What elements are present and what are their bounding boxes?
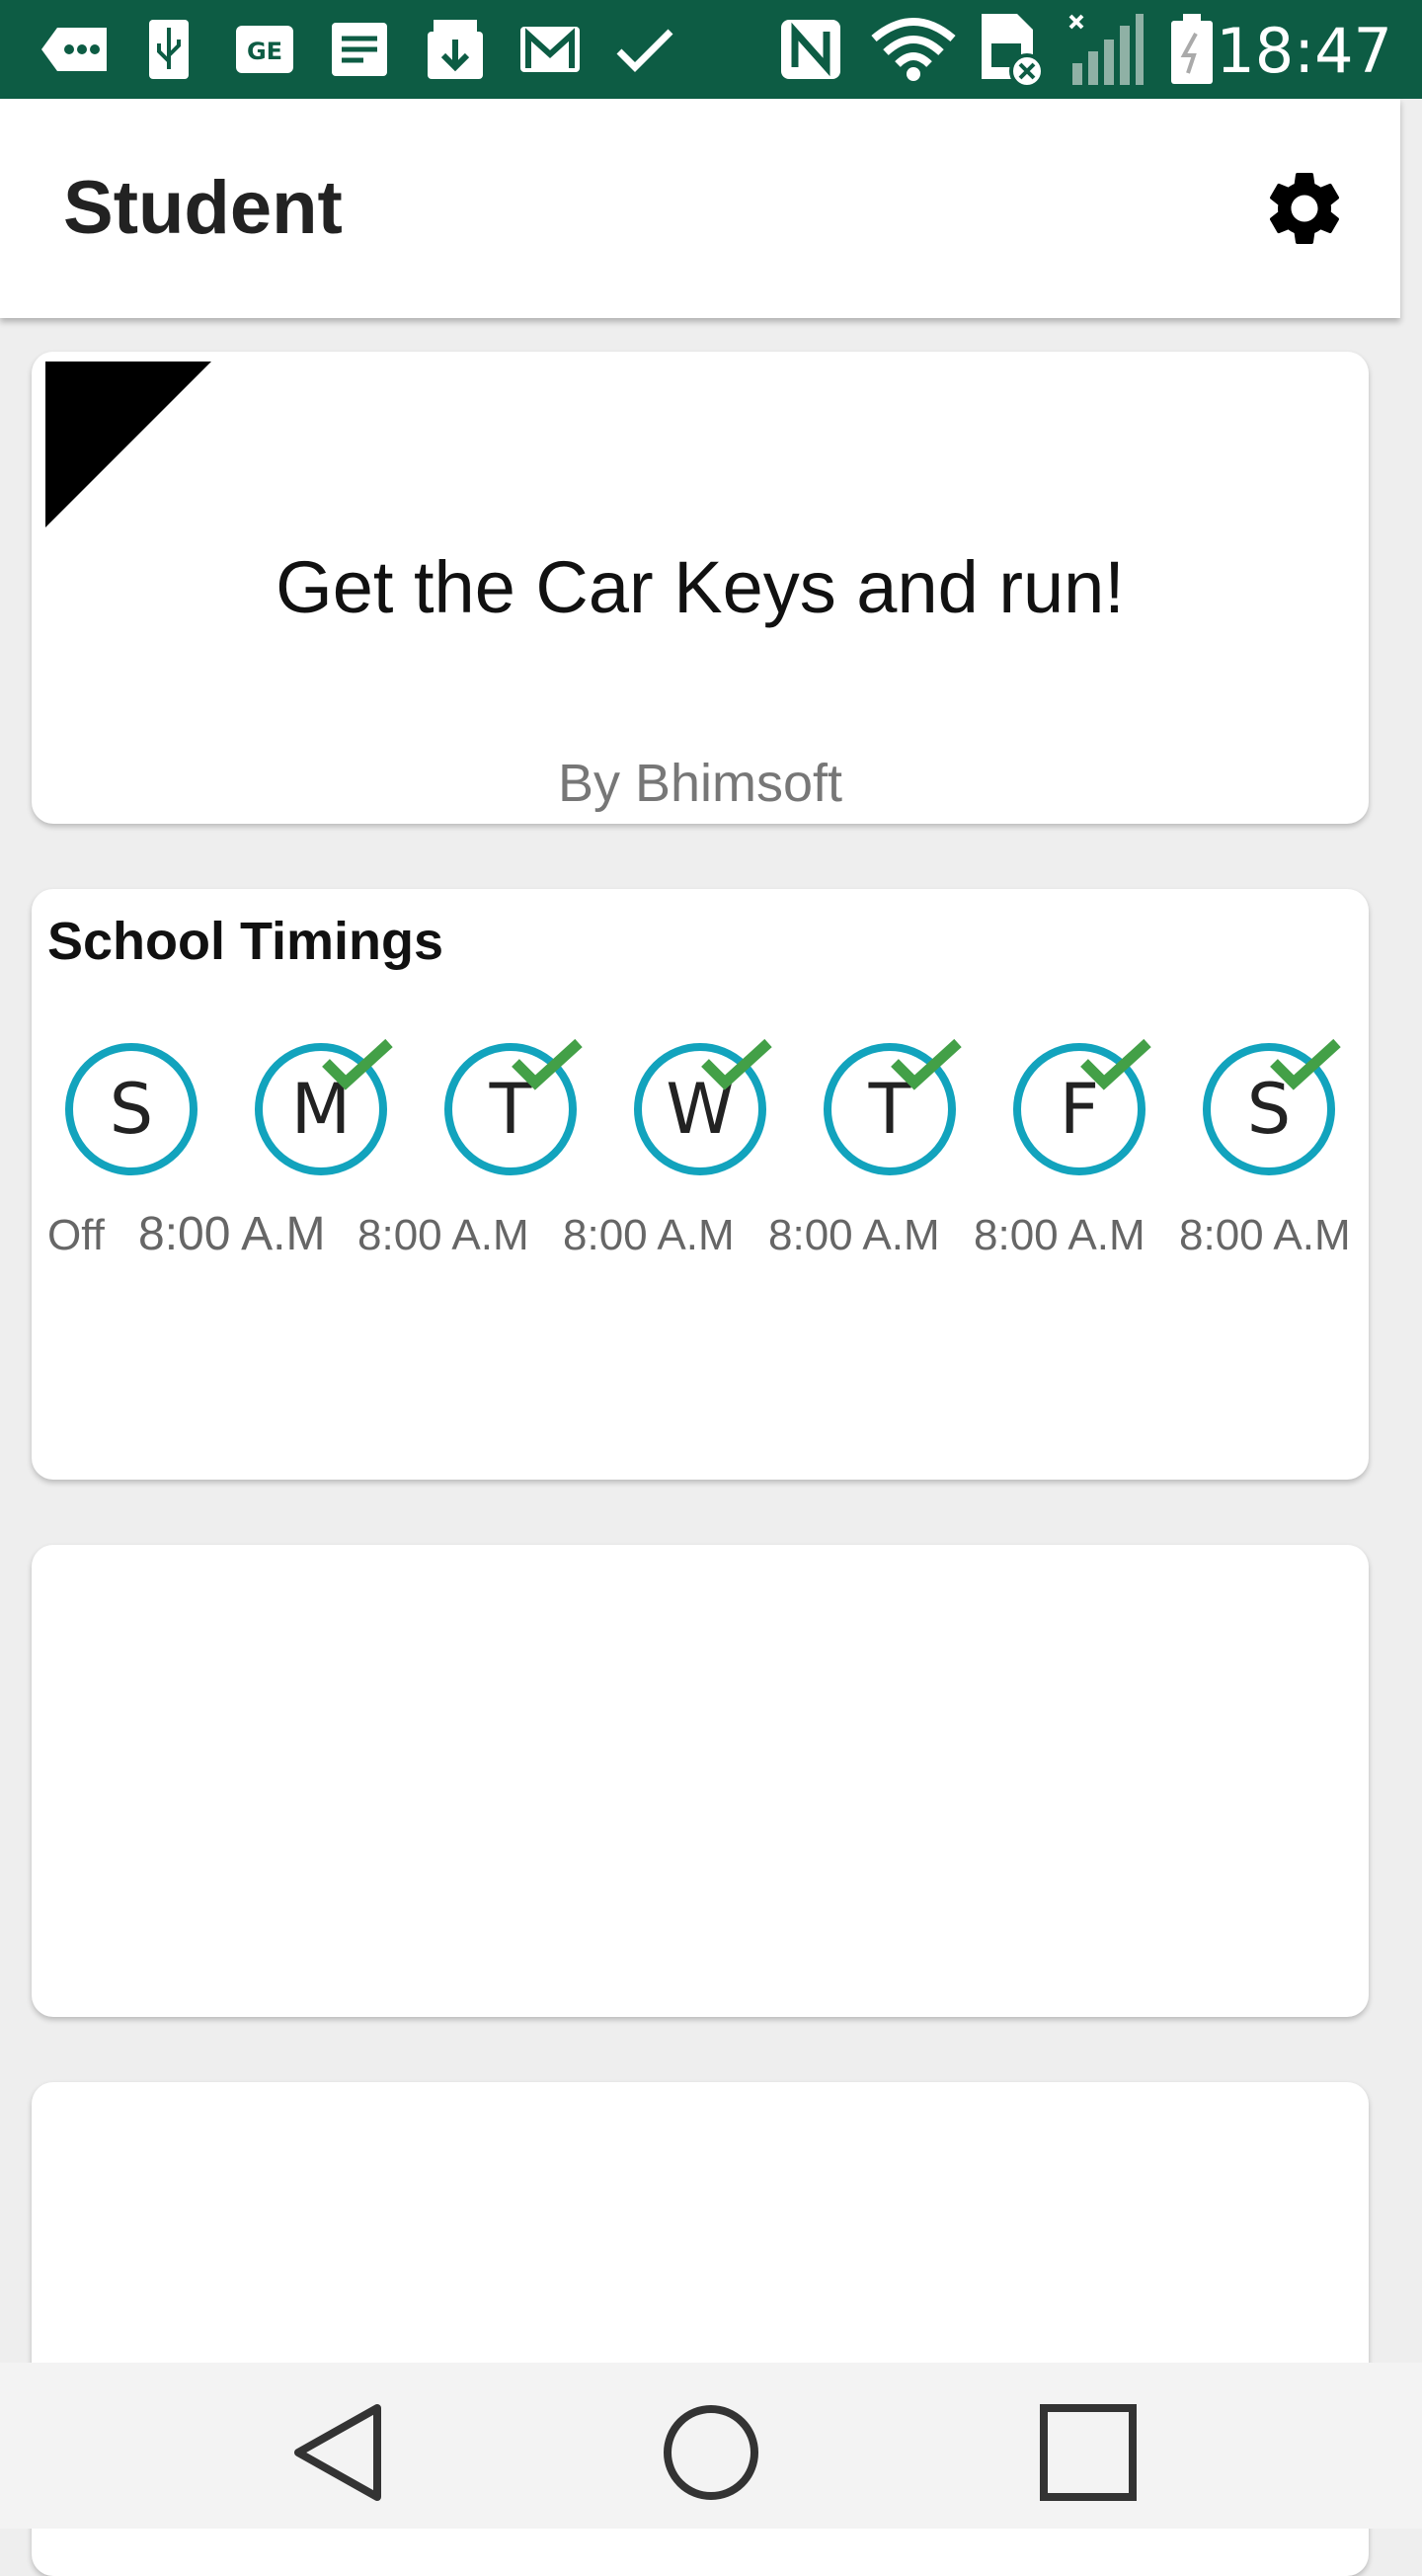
empty-card — [32, 1545, 1369, 2017]
check-icon — [612, 18, 677, 81]
battery-charging-icon — [1167, 14, 1217, 84]
quote-card[interactable]: Get the Car Keys and run! By Bhimsoft — [32, 352, 1369, 824]
gmail-icon — [517, 18, 583, 81]
school-timings-card: School Timings S M T W T F S Off 8:00 A.… — [32, 889, 1369, 1480]
home-circle-icon[interactable] — [657, 2398, 765, 2507]
check-icon — [891, 1038, 962, 1090]
wifi-icon — [869, 18, 958, 81]
navigation-bar — [0, 2363, 1422, 2529]
app-bar: Student — [0, 99, 1400, 318]
download-icon — [423, 18, 488, 81]
day-toggle-monday[interactable]: M — [255, 1038, 393, 1175]
time-label-tuesday[interactable]: 8:00 A.M — [357, 1211, 529, 1260]
time-label-sunday[interactable]: Off — [47, 1211, 105, 1260]
notes-icon — [328, 18, 391, 81]
time-label-saturday[interactable]: 8:00 A.M — [1179, 1211, 1351, 1260]
day-letter: S — [65, 1043, 198, 1175]
recents-square-icon[interactable] — [1034, 2398, 1143, 2507]
check-icon — [1270, 1038, 1341, 1090]
day-toggle-saturday[interactable]: S — [1203, 1038, 1341, 1175]
day-toggle-thursday[interactable]: T — [824, 1038, 962, 1175]
sim-blocked-icon — [978, 14, 1047, 89]
day-toggle-tuesday[interactable]: T — [444, 1038, 583, 1175]
check-icon — [701, 1038, 772, 1090]
quote-author: By Bhimsoft — [557, 754, 843, 813]
day-toggle-sunday[interactable]: S — [65, 1043, 198, 1175]
back-triangle-icon[interactable] — [286, 2398, 395, 2507]
usb-icon — [144, 18, 194, 81]
check-icon — [322, 1038, 393, 1090]
signal-icon — [1066, 14, 1146, 85]
day-toggle-friday[interactable]: F — [1013, 1038, 1151, 1175]
nfc-icon — [776, 18, 845, 81]
gear-icon[interactable] — [1260, 164, 1349, 253]
check-icon — [512, 1038, 583, 1090]
status-time: 18:47 — [1216, 15, 1392, 87]
page-title: Student — [63, 166, 343, 250]
time-label-monday[interactable]: 8:00 A.M — [138, 1207, 325, 1261]
corner-ribbon — [45, 362, 211, 527]
check-icon — [1080, 1038, 1151, 1090]
school-timings-title: School Timings — [47, 912, 444, 971]
quote-text: Get the Car Keys and run! — [276, 546, 1125, 628]
svg-text:GE: GE — [247, 38, 282, 65]
more-messages-icon — [36, 18, 115, 81]
time-label-friday[interactable]: 8:00 A.M — [974, 1211, 1146, 1260]
status-bar: GE 18:47 — [0, 0, 1422, 99]
time-label-wednesday[interactable]: 8:00 A.M — [563, 1211, 735, 1260]
ge-icon: GE — [233, 18, 296, 81]
time-label-thursday[interactable]: 8:00 A.M — [768, 1211, 940, 1260]
day-toggle-wednesday[interactable]: W — [634, 1038, 772, 1175]
